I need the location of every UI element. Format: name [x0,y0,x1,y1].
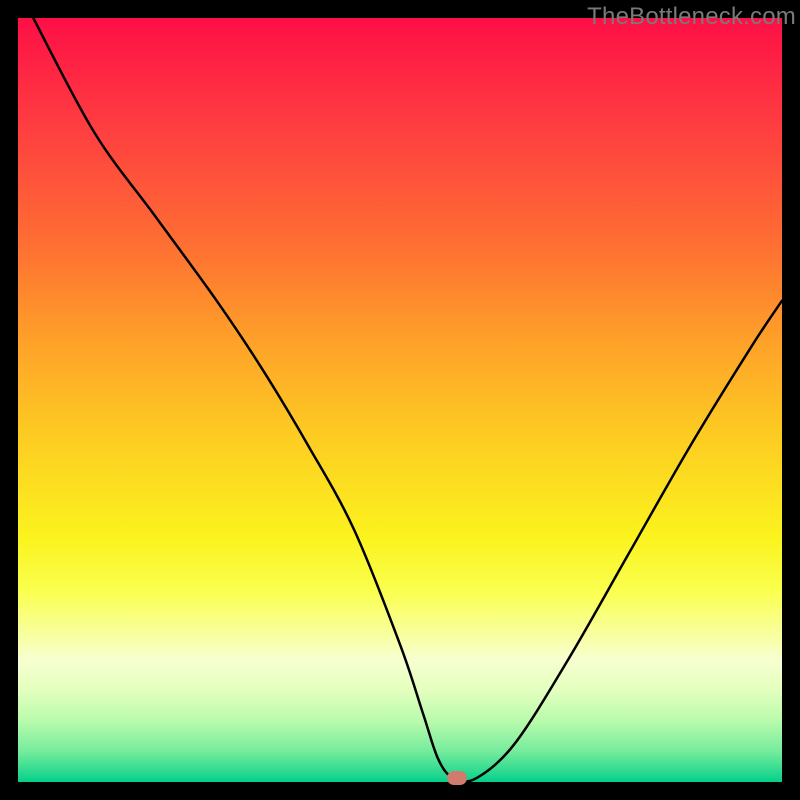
optimal-marker [447,771,467,785]
chart-frame: TheBottleneck.com [0,0,800,800]
bottleneck-curve [18,18,782,782]
watermark-text: TheBottleneck.com [587,3,796,31]
plot-area [18,18,782,782]
